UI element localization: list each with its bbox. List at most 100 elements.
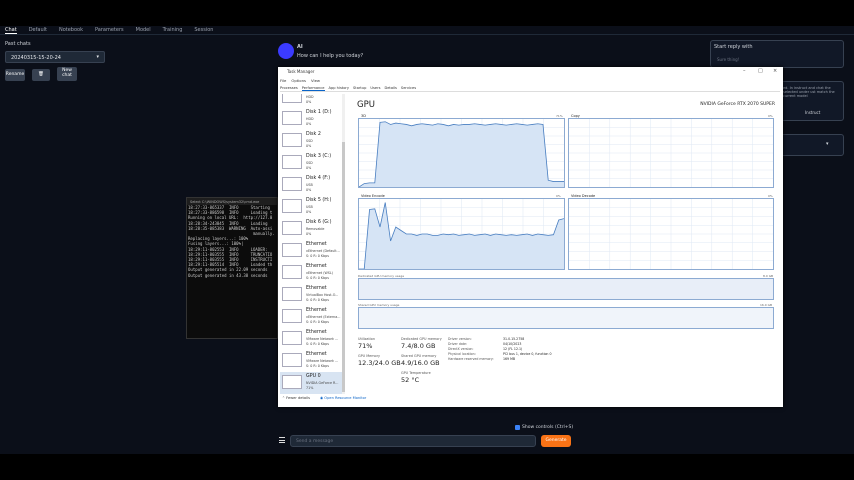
sidebar-item-value: S: 0 R: 0 Kbps <box>306 363 329 368</box>
message-sender: AI <box>297 44 303 50</box>
start-reply-panel: Start reply with Sure thing! <box>710 40 844 68</box>
mini-graph <box>282 133 302 147</box>
info-label: DirectX version: <box>448 347 474 351</box>
ai-avatar <box>278 43 294 59</box>
sidebar-item[interactable]: Disk 1 (D:) HDD 0% <box>280 108 344 130</box>
stat-shared-value: 4.9/16.0 GB <box>401 359 440 367</box>
tm-tab-startup[interactable]: Startup <box>353 86 366 91</box>
stat-temp-value: 52 °C <box>401 376 420 384</box>
minimize-icon[interactable]: – <box>743 68 746 74</box>
instruct-label[interactable]: Instruct <box>805 110 820 115</box>
sidebar-item-sub: SSD <box>306 138 313 143</box>
generate-button[interactable]: Generate <box>541 435 571 447</box>
sidebar-item-value: S: 0 R: 0 Kbps <box>306 319 329 324</box>
menu-file[interactable]: File <box>280 78 286 83</box>
sidebar-item[interactable]: Ethernet vEthernet (WSL) S: 0 R: 0 Kbps <box>280 262 344 284</box>
sidebar-item-name: Ethernet <box>306 352 327 357</box>
tab-model[interactable]: Model <box>136 27 151 33</box>
info-label: Driver version: <box>448 337 472 341</box>
sidebar-item[interactable]: Disk 4 (F:) USB 0% <box>280 174 344 196</box>
info-value: 04/10/2023 <box>503 342 522 346</box>
sidebar-item-name: Ethernet <box>306 242 327 247</box>
sidebar-item[interactable]: GPU 0 NVIDIA GeForce R... 71% <box>280 372 344 394</box>
mini-graph <box>282 221 302 235</box>
graph-copy <box>568 118 774 188</box>
tab-notebook[interactable]: Notebook <box>59 27 83 33</box>
stat-gpumem-value: 12.3/24.0 GB <box>358 359 401 367</box>
tm-tabs: Processes Performance App history Startu… <box>280 86 780 92</box>
sidebar-item-sub: USB <box>306 182 313 187</box>
sidebar-item[interactable]: Ethernet VirtualBox Host-O... S: 0 R: 0 Kb… <box>280 284 344 306</box>
sidebar-item[interactable]: Ethernet VMware Network ... S: 0 R: 0 Kbps <box>280 350 344 372</box>
info-label: Physical location: <box>448 352 476 356</box>
message-text: How can I help you today? <box>297 53 364 59</box>
sidebar-item[interactable]: Disk 3 (C:) SSD 0% <box>280 152 344 174</box>
mini-graph <box>282 94 302 103</box>
sidebar-item[interactable]: Disk 2 SSD 0% <box>280 130 344 152</box>
mini-graph <box>282 309 302 323</box>
tab-default[interactable]: Default <box>29 27 47 33</box>
menu-icon[interactable] <box>279 437 285 443</box>
show-controls-toggle[interactable]: Show controls (Ctrl+S) <box>515 425 573 430</box>
sidebar-item-name: Disk 3 (C:) <box>306 154 332 159</box>
start-reply-input[interactable]: Sure thing! <box>717 57 739 62</box>
message-input[interactable]: Send a message <box>290 435 536 447</box>
rename-button[interactable]: Rename <box>5 69 25 81</box>
sidebar-item-sub: vEthernet (WSL) <box>306 270 333 275</box>
sidebar-item-sub: VirtualBox Host-O... <box>306 292 339 297</box>
checkbox-icon[interactable] <box>515 425 520 430</box>
tab-chat[interactable]: Chat <box>5 27 17 34</box>
info-value: PCI bus 1, device 0, function 0 <box>503 352 552 356</box>
tm-tab-processes[interactable]: Processes <box>280 86 298 91</box>
template-dropdown[interactable]: ▾ <box>778 134 844 156</box>
past-chats-label: Past chats <box>5 41 31 47</box>
tm-tab-services[interactable]: Services <box>401 86 416 91</box>
sidebar-item[interactable]: Disk 6 (G:) Removable 0% <box>280 218 344 240</box>
mini-graph <box>282 155 302 169</box>
tm-menubar: File Options View <box>280 78 320 83</box>
stat-utilization-value: 71% <box>358 342 373 350</box>
graph-video-encode <box>358 198 565 270</box>
mini-graph <box>282 353 302 367</box>
sidebar-item[interactable]: Ethernet vEthernet (Externa... S: 0 R: 0 K… <box>280 306 344 328</box>
mini-graph <box>282 111 302 125</box>
delete-button[interactable]: 🗑 <box>32 69 50 81</box>
info-value: 169 MB <box>503 357 516 361</box>
new-chat-button[interactable]: New chat <box>57 67 77 81</box>
tm-tab-details[interactable]: Details <box>384 86 396 91</box>
console-line: Output generated in 22.09 seconds <box>188 267 268 273</box>
sidebar-item-sub: HDD <box>306 94 314 99</box>
console-title: Select C:\WINDOWS\system32\cmd.exe <box>187 198 277 205</box>
tm-tab-users[interactable]: Users <box>370 86 380 91</box>
sidebar-item[interactable]: Ethernet VMware Network ... S: 0 R: 0 Kbps <box>280 328 344 350</box>
tm-tab-app-history[interactable]: App history <box>329 86 350 91</box>
sidebar-scrollbar[interactable] <box>342 94 345 394</box>
mini-graph <box>282 265 302 279</box>
menu-options[interactable]: Options <box>291 78 306 83</box>
sidebar-item-sub: VMware Network ... <box>306 336 339 341</box>
sidebar-item-value: 0% <box>306 187 312 192</box>
resource-monitor-link[interactable]: ◉ Open Resource Monitor <box>320 396 366 400</box>
maximize-icon[interactable]: □ <box>758 68 763 74</box>
task-manager-window: Task Manager – □ × File Options View Pro… <box>278 67 783 407</box>
close-icon[interactable]: × <box>773 68 777 74</box>
menu-view[interactable]: View <box>311 78 320 83</box>
stat-gpumem-label: GPU Memory <box>358 354 381 358</box>
sidebar-item[interactable]: Disk 5 (H:) USB 0% <box>280 196 344 218</box>
past-chats-dropdown[interactable]: 20240315-15-20-24 ▾ <box>5 51 105 63</box>
sidebar-item-value: 0% <box>306 165 312 170</box>
sidebar-item-name: Disk 5 (H:) <box>306 198 332 203</box>
sidebar-item-value: 0% <box>306 99 312 104</box>
mini-graph <box>282 199 302 213</box>
tab-parameters[interactable]: Parameters <box>95 27 124 33</box>
fewer-details-link[interactable]: ⌃ Fewer details <box>282 396 310 400</box>
tab-training[interactable]: Training <box>163 27 183 33</box>
console-output: 18:27:33-865337 INFO Starting 18:27:33-88… <box>187 205 277 278</box>
tab-session[interactable]: Session <box>194 27 213 33</box>
console-window: Select C:\WINDOWS\system32\cmd.exe 18:27… <box>186 197 278 339</box>
sidebar-item-value: S: 0 R: 0 Kbps <box>306 253 329 258</box>
console-line: Running on local URL: http://127.0 <box>188 215 273 221</box>
tm-tab-performance[interactable]: Performance <box>301 86 325 91</box>
sidebar-item[interactable]: Disk 0 (E:)HDD0% <box>280 94 344 108</box>
sidebar-item[interactable]: Ethernet vEthernet (Default... S: 0 R: 0 K… <box>280 240 344 262</box>
